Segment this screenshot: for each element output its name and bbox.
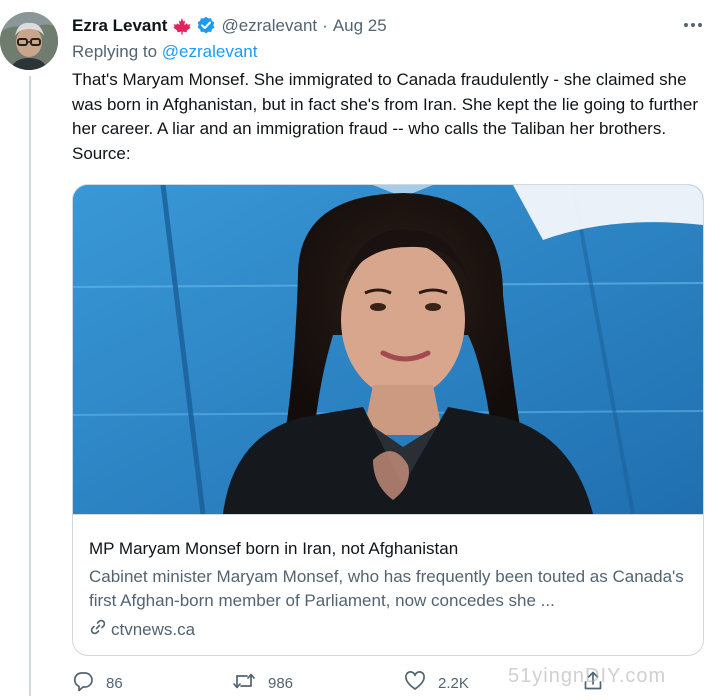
avatar[interactable] bbox=[0, 12, 58, 70]
retweet-icon bbox=[232, 670, 268, 696]
like-button[interactable]: 2.2K bbox=[404, 670, 469, 696]
retweet-button[interactable]: 986 bbox=[232, 670, 293, 696]
link-card[interactable]: MP Maryam Monsef born in Iran, not Afgha… bbox=[72, 184, 704, 656]
card-domain[interactable]: ctvnews.ca bbox=[89, 618, 195, 641]
more-icon[interactable] bbox=[680, 14, 706, 36]
reply-count: 86 bbox=[106, 674, 123, 692]
card-body[interactable]: MP Maryam Monsef born in Iran, not Afgha… bbox=[73, 514, 703, 655]
reply-icon bbox=[72, 670, 106, 696]
like-icon bbox=[404, 670, 438, 696]
watermark: 51yingnDIY.com bbox=[508, 665, 667, 687]
like-count: 2.2K bbox=[438, 674, 469, 692]
retweet-count: 986 bbox=[268, 674, 294, 692]
tweet-date[interactable]: Aug 25 bbox=[333, 16, 387, 36]
link-icon bbox=[89, 618, 111, 641]
replying-prefix: Replying to bbox=[72, 42, 162, 61]
maple-leaf-icon bbox=[172, 17, 192, 35]
author-handle[interactable]: @ezralevant bbox=[221, 16, 317, 36]
author-name[interactable]: Ezra Levant bbox=[72, 16, 167, 36]
card-image[interactable] bbox=[73, 185, 703, 514]
verified-badge-icon bbox=[196, 16, 216, 36]
tweet-text: That's Maryam Monsef. She immigrated to … bbox=[72, 70, 698, 163]
tweet-header: Ezra Levant @ezralevant · Aug 25 bbox=[72, 14, 720, 38]
reply-button[interactable]: 86 bbox=[72, 670, 123, 696]
card-domain-text: ctvnews.ca bbox=[111, 619, 196, 639]
separator-dot: · bbox=[322, 16, 328, 35]
replying-to-link[interactable]: @ezralevant bbox=[162, 42, 258, 61]
card-description: Cabinet minister Maryam Monsef, who has … bbox=[89, 567, 684, 610]
card-title[interactable]: MP Maryam Monsef born in Iran, not Afgha… bbox=[89, 539, 458, 559]
avatar-photo bbox=[0, 12, 58, 70]
thread-line bbox=[29, 76, 31, 696]
replying-to: Replying to @ezralevant bbox=[72, 42, 257, 62]
